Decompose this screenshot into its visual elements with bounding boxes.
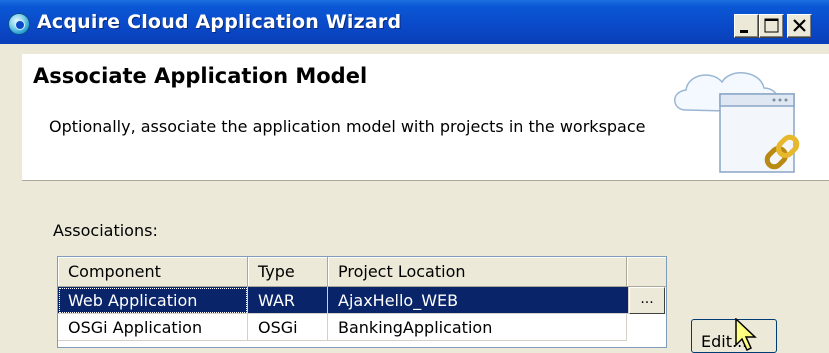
maximize-button[interactable] xyxy=(759,14,784,38)
cell-component: Web Application xyxy=(58,287,248,314)
cell-project-location[interactable]: AjaxHello_WEB xyxy=(328,287,629,314)
page-description: Optionally, associate the application mo… xyxy=(49,117,646,136)
cloud-app-icon xyxy=(8,13,30,35)
cell-type: OSGi xyxy=(248,314,328,341)
column-type[interactable]: Type xyxy=(248,257,328,287)
page-title: Associate Application Model xyxy=(33,64,368,88)
table-header: Component Type Project Location xyxy=(58,257,666,287)
maximize-icon xyxy=(764,18,779,33)
title-bar[interactable]: Acquire Cloud Application Wizard xyxy=(0,0,829,44)
close-icon xyxy=(793,19,806,32)
column-extra xyxy=(627,257,666,287)
column-project-location[interactable]: Project Location xyxy=(328,257,627,287)
minimize-icon xyxy=(740,30,748,33)
column-component[interactable]: Component xyxy=(58,257,248,287)
cell-type: WAR xyxy=(248,287,328,314)
associations-table[interactable]: Component Type Project Location Web Appl… xyxy=(57,256,667,348)
close-button[interactable] xyxy=(787,14,812,38)
browse-location-button[interactable]: ... xyxy=(629,287,665,314)
cell-component: OSGi Application xyxy=(58,314,248,341)
cell-project-location[interactable]: BankingApplication xyxy=(328,314,627,341)
mouse-cursor-icon xyxy=(735,318,757,352)
dialog-frame xyxy=(0,44,22,348)
table-row[interactable]: OSGi Application OSGi BankingApplication xyxy=(58,314,666,341)
cloud-link-icon xyxy=(674,72,800,173)
associations-label: Associations: xyxy=(53,221,158,240)
minimize-button[interactable] xyxy=(734,14,759,38)
table-row[interactable]: Web Application WAR AjaxHello_WEB ... xyxy=(58,287,666,314)
window-title: Acquire Cloud Application Wizard xyxy=(37,11,402,33)
wizard-header: Associate Application Model Optionally, … xyxy=(22,54,829,181)
